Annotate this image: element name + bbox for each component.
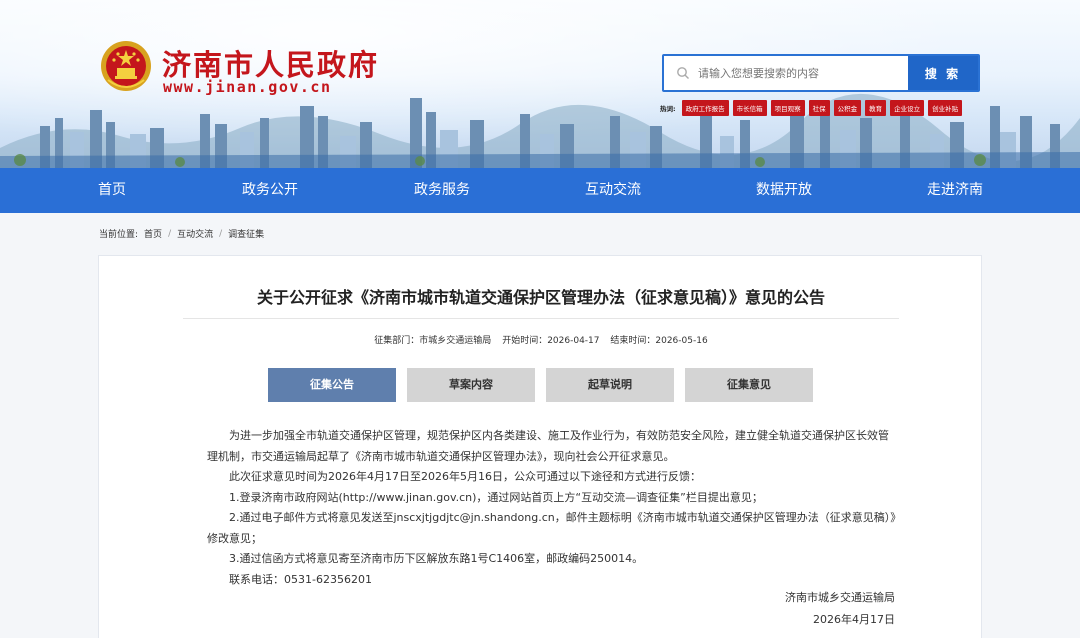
breadcrumb-separator: / (168, 228, 172, 239)
hotword-tag[interactable]: 公积金 (833, 100, 862, 116)
meta-start-time: 开始时间：2026-04-17 (502, 336, 600, 346)
body-paragraph: 为进一步加强全市轨道交通保护区管理，规范保护区内各类建设、施工及作业行为，有效防… (207, 429, 889, 463)
meta-department: 征集部门：市城乡交通运输局 (374, 336, 492, 346)
site-url[interactable]: www.jinan.gov.cn (163, 78, 332, 96)
body-paragraph: 2.通过电子邮件方式将意见发送至jnscxjtjgdjtc@jn.shandon… (207, 511, 896, 545)
search-box: 搜 索 (662, 54, 980, 92)
article-body: 为进一步加强全市轨道交通保护区管理，规范保护区内各类建设、施工及作业行为，有效防… (207, 426, 899, 590)
hotword-tag[interactable]: 市长信箱 (732, 100, 767, 116)
nav-item-gov-services[interactable]: 政务服务 (414, 168, 470, 213)
signature-org: 济南市城乡交通运输局 (785, 591, 895, 604)
breadcrumb-survey[interactable]: 调查征集 (228, 227, 264, 240)
article-meta: 征集部门：市城乡交通运输局 开始时间：2026-04-17 结束时间：2026-… (99, 333, 983, 346)
hotword-tag[interactable]: 社保 (808, 100, 830, 116)
body-paragraph: 3.通过信函方式将意见寄至济南市历下区解放东路1号C1406室，邮政编码2500… (229, 552, 644, 565)
breadcrumb-prefix: 当前位置: (99, 230, 139, 240)
national-emblem-logo (101, 41, 151, 91)
tab-drafting-notes[interactable]: 起草说明 (546, 368, 674, 402)
breadcrumb: 当前位置: 首页 / 互动交流 / 调查征集 (99, 227, 264, 241)
nav-item-interaction[interactable]: 互动交流 (585, 168, 641, 213)
breadcrumb-interaction[interactable]: 互动交流 (177, 227, 213, 240)
article-title: 关于公开征求《济南市城市轨道交通保护区管理办法（征求意见稿）》意见的公告 (256, 288, 825, 307)
tab-submit-opinion[interactable]: 征集意见 (685, 368, 813, 402)
article-tabs: 征集公告 草案内容 起草说明 征集意见 (268, 368, 813, 402)
nav-item-gov-affairs[interactable]: 政务公开 (242, 168, 298, 213)
body-paragraph: 联系电话：0531-62356201 (229, 572, 372, 586)
nav-item-about-jinan[interactable]: 走进济南 (927, 168, 983, 213)
meta-end-time: 结束时间：2026-05-16 (610, 336, 708, 346)
nav-item-home[interactable]: 首页 (98, 168, 126, 213)
hotword-tag[interactable]: 创业补贴 (928, 100, 963, 116)
hotword-tag[interactable]: 政府工作报告 (681, 100, 729, 116)
breadcrumb-home[interactable]: 首页 (144, 227, 162, 240)
hotword-tag[interactable]: 企业设立 (890, 100, 925, 116)
tab-announcement[interactable]: 征集公告 (268, 368, 396, 402)
search-button[interactable]: 搜 索 (908, 56, 978, 90)
hotwords-label: 热词: (660, 105, 676, 113)
signature-date: 2026年4月17日 (813, 613, 895, 626)
breadcrumb-separator: / (219, 228, 223, 239)
search-input[interactable] (664, 56, 908, 90)
title-divider (183, 318, 899, 319)
header-banner: 济南市人民政府 www.jinan.gov.cn 搜 索 热词: 政府工作报告 … (0, 0, 1080, 168)
hotword-tag[interactable]: 教育 (865, 100, 887, 116)
main-nav: 首页 政务公开 政务服务 互动交流 数据开放 走进济南 (0, 168, 1080, 213)
search-icon (677, 67, 689, 79)
body-paragraph: 1.登录济南市政府网站(http://www.jinan.gov.cn)，通过网… (229, 490, 763, 504)
article-panel: 关于公开征求《济南市城市轨道交通保护区管理办法（征求意见稿）》意见的公告 征集部… (98, 255, 982, 638)
nav-item-open-data[interactable]: 数据开放 (756, 168, 812, 213)
hotword-tag[interactable]: 项目观察 (770, 100, 805, 116)
body-paragraph: 此次征求意见时间为2026年4月17日至2026年5月16日，公众可通过以下途径… (229, 470, 701, 483)
hotwords-bar: 热词: 政府工作报告 市长信箱 项目观察 社保 公积金 教育 企业设立 创业补贴 (660, 100, 963, 116)
tab-draft-content[interactable]: 草案内容 (407, 368, 535, 402)
